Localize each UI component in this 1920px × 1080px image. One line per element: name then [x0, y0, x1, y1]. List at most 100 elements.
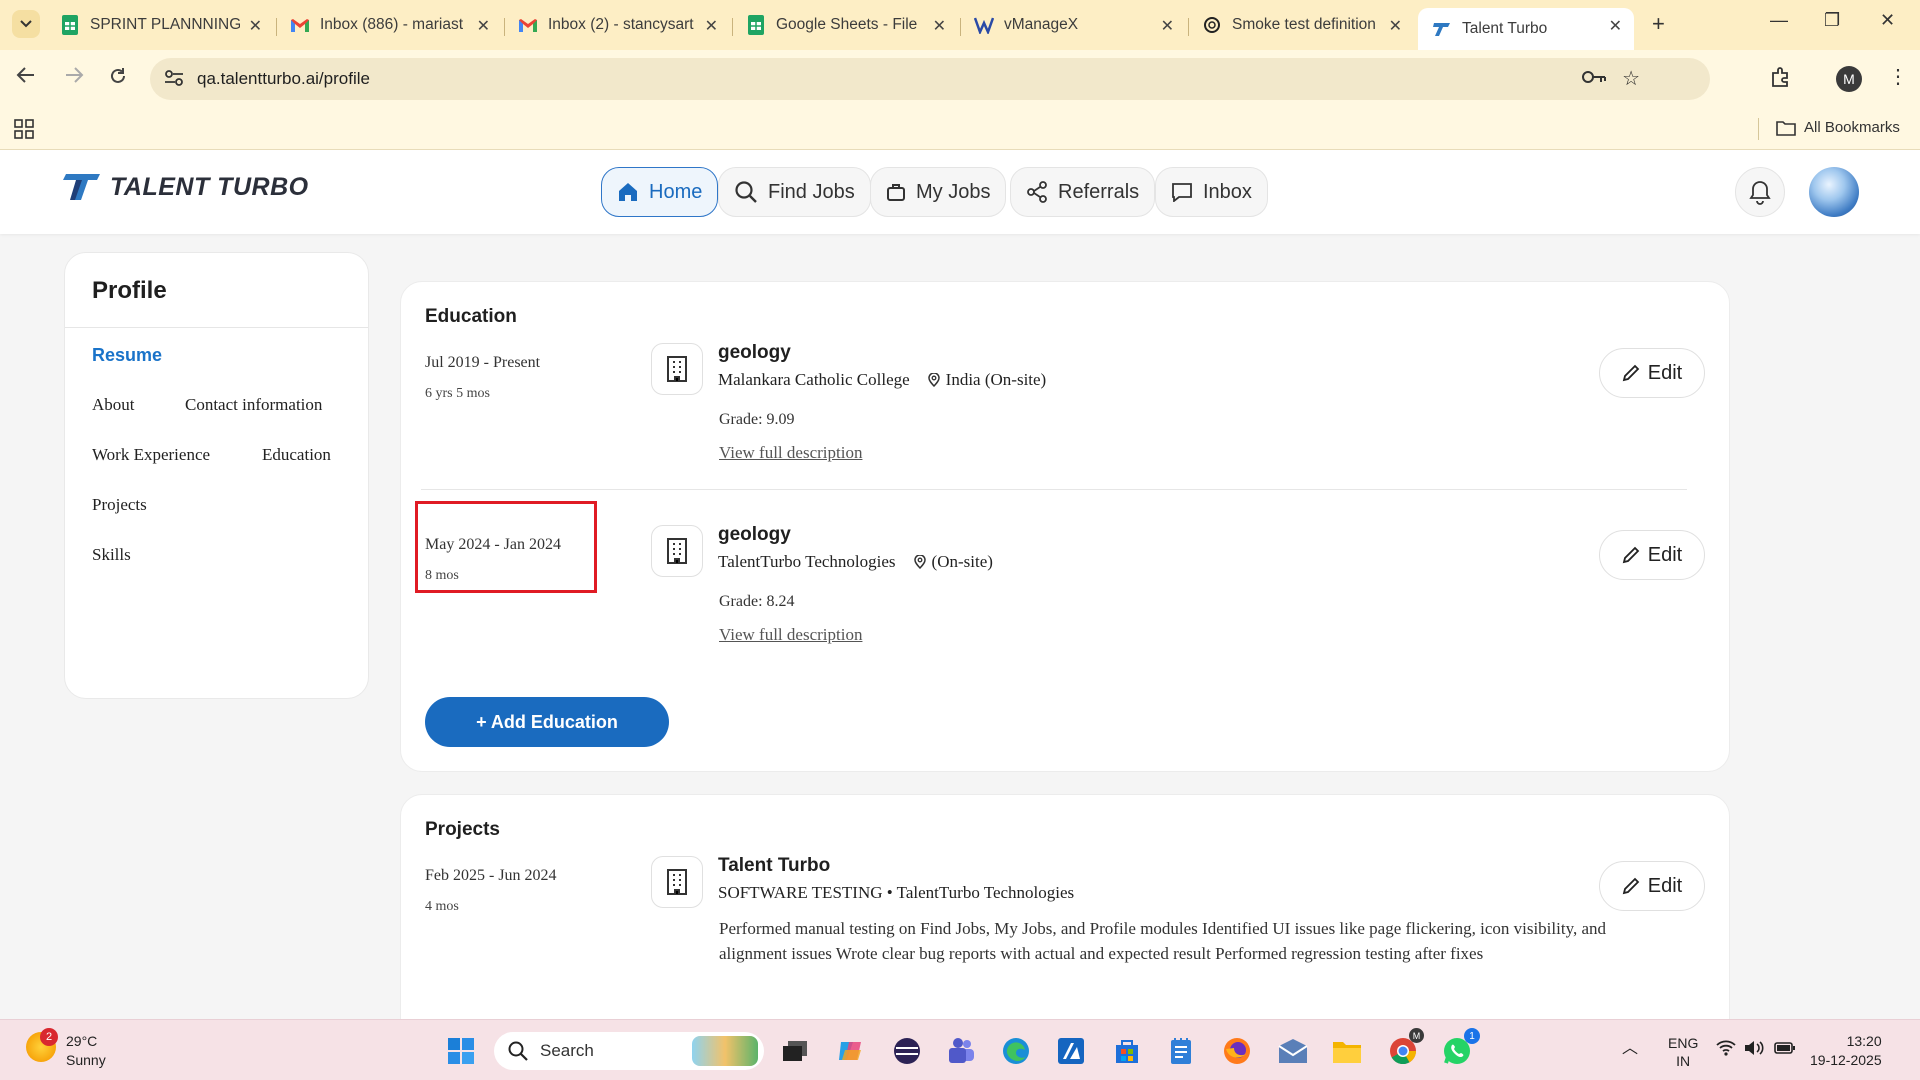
pencil-icon — [1622, 546, 1640, 564]
education-title: geology — [718, 524, 791, 545]
apps-grid-icon[interactable] — [14, 119, 34, 144]
mail-app-icon[interactable] — [1276, 1034, 1310, 1068]
task-view-icon[interactable] — [778, 1034, 812, 1068]
project-subtitle: SOFTWARE TESTING • TalentTurbo Technolog… — [718, 883, 1074, 903]
location-pin-icon — [927, 373, 940, 387]
education-date: Jul 2019 - Present — [425, 354, 541, 371]
new-tab-button[interactable]: + — [1652, 11, 1665, 37]
sidebar-item-contact-information[interactable]: Contact information — [185, 395, 322, 415]
view-full-description-link[interactable]: View full description — [719, 443, 862, 463]
chrome-icon[interactable]: M — [1386, 1028, 1424, 1068]
forward-button[interactable] — [64, 66, 84, 90]
profile-avatar[interactable]: M — [1836, 66, 1862, 92]
whatsapp-icon[interactable]: 1 — [1440, 1028, 1480, 1068]
copilot-icon[interactable] — [834, 1034, 868, 1068]
wifi-icon[interactable] — [1716, 1040, 1736, 1060]
building-icon — [651, 525, 703, 577]
browser-tab[interactable]: Google Sheets - File ✕ — [732, 8, 958, 42]
close-icon[interactable]: ✕ — [1161, 16, 1174, 36]
add-education-button[interactable]: + Add Education — [425, 697, 669, 747]
back-button[interactable] — [16, 66, 36, 90]
volume-icon[interactable] — [1744, 1040, 1766, 1060]
home-icon — [617, 181, 639, 203]
show-hidden-icons-chevron[interactable]: ︿ — [1622, 1040, 1638, 1058]
nav-referrals[interactable]: Referrals — [1010, 167, 1156, 217]
sidebar-item-work-experience[interactable]: Work Experience — [92, 445, 210, 465]
browser-menu-icon[interactable]: ⋮ — [1888, 64, 1908, 89]
sidebar-title: Profile — [92, 277, 167, 304]
file-explorer-icon[interactable] — [1330, 1034, 1364, 1068]
close-icon[interactable]: ✕ — [477, 16, 490, 36]
address-bar[interactable]: qa.talentturbo.ai/profile ☆ — [150, 58, 1710, 100]
edit-button[interactable]: Edit — [1599, 348, 1705, 398]
nav-inbox[interactable]: Inbox — [1155, 167, 1268, 217]
sidebar-item-about[interactable]: About — [92, 395, 135, 415]
all-bookmarks-button[interactable]: All Bookmarks — [1776, 119, 1900, 136]
language-line-1: ENG — [1668, 1035, 1699, 1051]
nav-inbox-label: Inbox — [1203, 180, 1252, 203]
close-icon[interactable]: ✕ — [1389, 16, 1402, 36]
nav-home[interactable]: Home — [601, 167, 719, 217]
pencil-icon — [1622, 364, 1640, 382]
tab-title: SPRINT PLANNNING — [90, 16, 240, 33]
teams-icon[interactable] — [944, 1034, 978, 1068]
sheets-icon — [746, 15, 766, 35]
site-info-icon[interactable] — [164, 69, 184, 92]
extensions-icon[interactable] — [1770, 66, 1792, 93]
edit-button[interactable]: Edit — [1599, 530, 1705, 580]
user-avatar[interactable] — [1809, 167, 1859, 217]
talent-turbo-logo[interactable]: TALENT TURBO — [62, 171, 309, 203]
minimize-button[interactable]: — — [1770, 10, 1788, 31]
nav-my-jobs-label: My Jobs — [916, 180, 991, 203]
battery-icon[interactable] — [1774, 1041, 1796, 1059]
taskbar-search[interactable]: Search — [494, 1032, 764, 1070]
system-clock[interactable]: 13:20 19-12-2025 — [1810, 1032, 1882, 1070]
language-indicator[interactable]: ENG IN — [1668, 1034, 1698, 1070]
tab-search-button[interactable] — [12, 10, 40, 38]
eclipse-icon[interactable] — [890, 1034, 924, 1068]
reload-icon — [111, 68, 125, 83]
sidebar-item-education[interactable]: Education — [262, 445, 331, 465]
close-icon[interactable]: ✕ — [933, 16, 946, 36]
talent-turbo-logo-icon — [63, 174, 100, 200]
notepad-icon[interactable] — [1164, 1034, 1198, 1068]
close-icon[interactable]: ✕ — [705, 16, 718, 36]
close-icon[interactable]: ✕ — [249, 16, 262, 36]
logo-wordmark: TALENT TURBO — [110, 172, 309, 201]
sidebar-item-resume[interactable]: Resume — [92, 345, 162, 366]
edit-button[interactable]: Edit — [1599, 861, 1705, 911]
browser-tab[interactable]: vManageX ✕ — [960, 8, 1186, 42]
restore-button[interactable]: ❐ — [1824, 10, 1840, 31]
weather-description: Sunny — [66, 1052, 106, 1068]
sidebar-item-skills[interactable]: Skills — [92, 545, 131, 565]
windows-start-icon[interactable] — [444, 1034, 478, 1068]
notifications-button[interactable] — [1735, 167, 1785, 217]
sun-icon: 2 — [26, 1028, 58, 1062]
browser-tab-strip: SPRINT PLANNNING ✕ Inbox (886) - mariast… — [0, 0, 1920, 50]
browser-tab[interactable]: SPRINT PLANNNING ✕ — [46, 8, 274, 42]
edge-icon[interactable] — [999, 1034, 1033, 1068]
azure-icon[interactable] — [1054, 1034, 1088, 1068]
sidebar-item-projects[interactable]: Projects — [92, 495, 147, 515]
close-icon[interactable]: ✕ — [1609, 16, 1622, 36]
bookmark-star-icon[interactable]: ☆ — [1622, 66, 1640, 91]
nav-find-jobs[interactable]: Find Jobs — [718, 167, 871, 217]
url-text[interactable]: qa.talentturbo.ai/profile — [197, 69, 370, 89]
firefox-icon[interactable] — [1220, 1034, 1254, 1068]
password-key-icon[interactable] — [1582, 70, 1606, 89]
reload-button[interactable] — [108, 66, 128, 92]
browser-tab[interactable]: Inbox (2) - stancysart ✕ — [504, 8, 730, 42]
building-icon — [651, 856, 703, 908]
microsoft-store-icon[interactable] — [1110, 1034, 1144, 1068]
arrow-right-icon — [66, 67, 84, 83]
projects-card: Projects Feb 2025 - Jun 2024 4 mos Talen… — [400, 794, 1730, 1019]
browser-tab[interactable]: Smoke test definition ✕ — [1188, 8, 1414, 42]
close-window-button[interactable]: ✕ — [1880, 10, 1895, 31]
search-icon — [508, 1041, 528, 1061]
browser-tab[interactable]: Inbox (886) - mariast ✕ — [276, 8, 502, 42]
weather-widget[interactable]: 2 29°C Sunny — [26, 1028, 106, 1070]
browser-tab-active[interactable]: Talent Turbo ✕ — [1418, 8, 1634, 50]
language-line-2: IN — [1676, 1053, 1691, 1069]
nav-my-jobs[interactable]: My Jobs — [870, 167, 1007, 217]
view-full-description-link[interactable]: View full description — [719, 625, 862, 645]
